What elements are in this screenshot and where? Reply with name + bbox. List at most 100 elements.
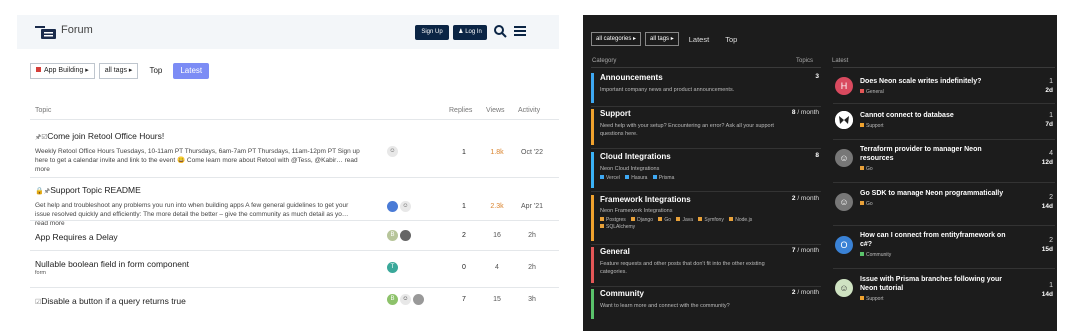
subcategory-link[interactable]: Node.js [729,217,752,223]
topic-replies: 1 [462,149,466,156]
subcategory-link[interactable]: Hasura [625,175,647,181]
topic-title[interactable]: Disable a button if a query returns true [41,296,186,306]
avatar[interactable]: ☺ [400,294,411,305]
category-row-framework-integrations[interactable]: Framework Integrations Neon Framework In… [591,195,821,241]
category-dropdown[interactable]: App Building ▸ [30,63,95,79]
avatar[interactable]: T [387,262,398,273]
latest-topic-title[interactable]: Cannot connect to database [860,112,954,119]
avatar[interactable]: ☺ [400,201,411,212]
subcategory-link[interactable]: Django [631,217,653,223]
avatar[interactable]: B [387,294,398,305]
topic-row[interactable]: Nullable boolean field in form component… [35,259,559,276]
latest-topic-category[interactable]: Go [860,165,1010,174]
topic-activity[interactable]: 2h [517,232,547,239]
divider [591,67,821,68]
topic-title[interactable]: Come join Retool Office Hours! [47,131,164,141]
topic-row[interactable]: App Requires a Delay B 2 16 2h [35,230,559,242]
latest-topic-title[interactable]: Does Neon scale writes indefinitely? [860,78,981,85]
category-description: Feature requests and other posts that do… [600,261,765,275]
avatar[interactable] [413,294,424,305]
latest-topic-category[interactable]: Support [860,295,1010,304]
category-row-announcements[interactable]: Announcements Important company news and… [591,73,821,103]
avatar[interactable]: ☺ [835,279,853,297]
tab-latest[interactable]: Latest [683,35,715,44]
col-replies[interactable]: Replies [449,107,472,114]
topic-title[interactable]: App Requires a Delay [35,232,559,242]
sign-up-button[interactable]: Sign Up [415,25,449,40]
latest-topic-row[interactable]: ☺ Terraform provider to manager Neon res… [833,145,1055,179]
col-views[interactable]: Views [486,107,505,114]
topic-activity[interactable]: 2h [517,264,547,271]
avatar[interactable]: O [835,236,853,254]
avatar[interactable]: ☺ [835,149,853,167]
category-description: Important company news and product annou… [600,87,735,93]
topic-replies: 2 [462,232,466,239]
tab-top[interactable]: Top [719,35,743,44]
forum-title[interactable]: Forum [61,24,93,36]
category-topic-count: 7 / month [791,247,819,254]
avatar[interactable]: ☺ [387,146,398,157]
categories-dropdown[interactable]: all categories ▸ [591,32,642,46]
col-topic[interactable]: Topic [35,107,51,114]
category-description: Neon Cloud Integrations [600,166,660,172]
avatar[interactable]: B [387,230,398,241]
forum-logo-icon[interactable] [35,24,57,40]
latest-topic-row[interactable]: O How can I connect from entityframework… [833,231,1055,265]
latest-topic-row[interactable]: ☺ Go SDK to manage Neon programmatically… [833,189,1055,223]
topic-row[interactable]: 🔒🖈Support Topic README Get help and trou… [35,185,559,228]
divider [833,67,1055,68]
latest-topic-row[interactable]: H Does Neon scale writes indefinitely? G… [833,77,1055,101]
latest-topic-title[interactable]: How can I connect from entityframework o… [860,232,1005,248]
log-in-button[interactable]: ♟ Log In [453,25,487,40]
avatar[interactable]: ☺ [835,193,853,211]
topic-title[interactable]: Support Topic README [50,185,141,195]
latest-topic-category[interactable]: Support [860,122,1010,131]
tab-latest[interactable]: Latest [173,63,210,79]
latest-topic-category[interactable]: General [860,88,1010,97]
topic-title[interactable]: Nullable boolean field in form component [35,259,559,269]
subcategory-link[interactable]: Symfony [698,217,724,223]
avatar[interactable] [387,201,398,212]
avatar[interactable] [835,111,853,129]
latest-topic-title[interactable]: Terraform provider to manager Neon resou… [860,146,982,162]
category-row-community[interactable]: Community Want to learn more and connect… [591,289,821,319]
subcategory-link[interactable]: Postgres [600,217,626,223]
category-row-general[interactable]: General Feature requests and other posts… [591,247,821,283]
identicon-icon [835,111,853,129]
divider [591,244,821,245]
latest-topic-title[interactable]: Go SDK to manage Neon programmatically [860,190,1003,197]
latest-topic-row[interactable]: ☺ Issue with Prisma branches following y… [833,275,1055,309]
latest-topic-category[interactable]: Go [860,200,1010,209]
tags-dropdown[interactable]: all tags ▸ [645,32,679,46]
topic-activity[interactable]: Oct '22 [517,149,547,156]
category-topic-count: 2 / month [791,289,819,296]
subcategory-link[interactable]: Vercel [600,175,620,181]
search-icon[interactable] [493,24,507,38]
topic-row[interactable]: ☑Disable a button if a query returns tru… [35,294,559,306]
category-row-cloud-integrations[interactable]: Cloud Integrations Neon Cloud Integratio… [591,152,821,188]
col-topics: Topics [796,58,814,64]
topic-activity[interactable]: 3h [517,296,547,303]
latest-topic-row[interactable]: Cannot connect to database Support 1 7d [833,111,1055,135]
tab-top[interactable]: Top [142,63,169,79]
topic-row[interactable]: 🖈☑Come join Retool Office Hours! Weekly … [35,131,559,174]
tags-dropdown[interactable]: all tags ▸ [98,63,139,79]
latest-topic-stats: 2 14d [1041,194,1053,210]
subcategory-link[interactable]: SQLAlchemy [600,224,635,230]
col-activity[interactable]: Activity [518,107,540,114]
subcategory-link[interactable]: Go [658,217,671,223]
filter-bar: all categories ▸ all tags ▸ Latest Top [591,32,743,46]
avatar[interactable]: H [835,77,853,95]
category-row-support[interactable]: Support Need help with your setup? Encou… [591,109,821,145]
latest-topic-category[interactable]: Community [860,251,1010,260]
hamburger-menu-icon[interactable] [513,24,527,38]
latest-topic-title[interactable]: Issue with Prisma branches following you… [860,276,1002,292]
divider [30,220,559,221]
category-topic-count: 2 / month [791,195,819,202]
avatar[interactable] [400,230,411,241]
topic-activity[interactable]: Apr '21 [517,203,547,210]
subcategory-link[interactable]: Prisma [652,175,674,181]
topic-tag[interactable]: form [35,270,559,276]
subcategory-link[interactable]: Java [676,217,693,223]
category-topic-count: 8 [815,152,819,159]
